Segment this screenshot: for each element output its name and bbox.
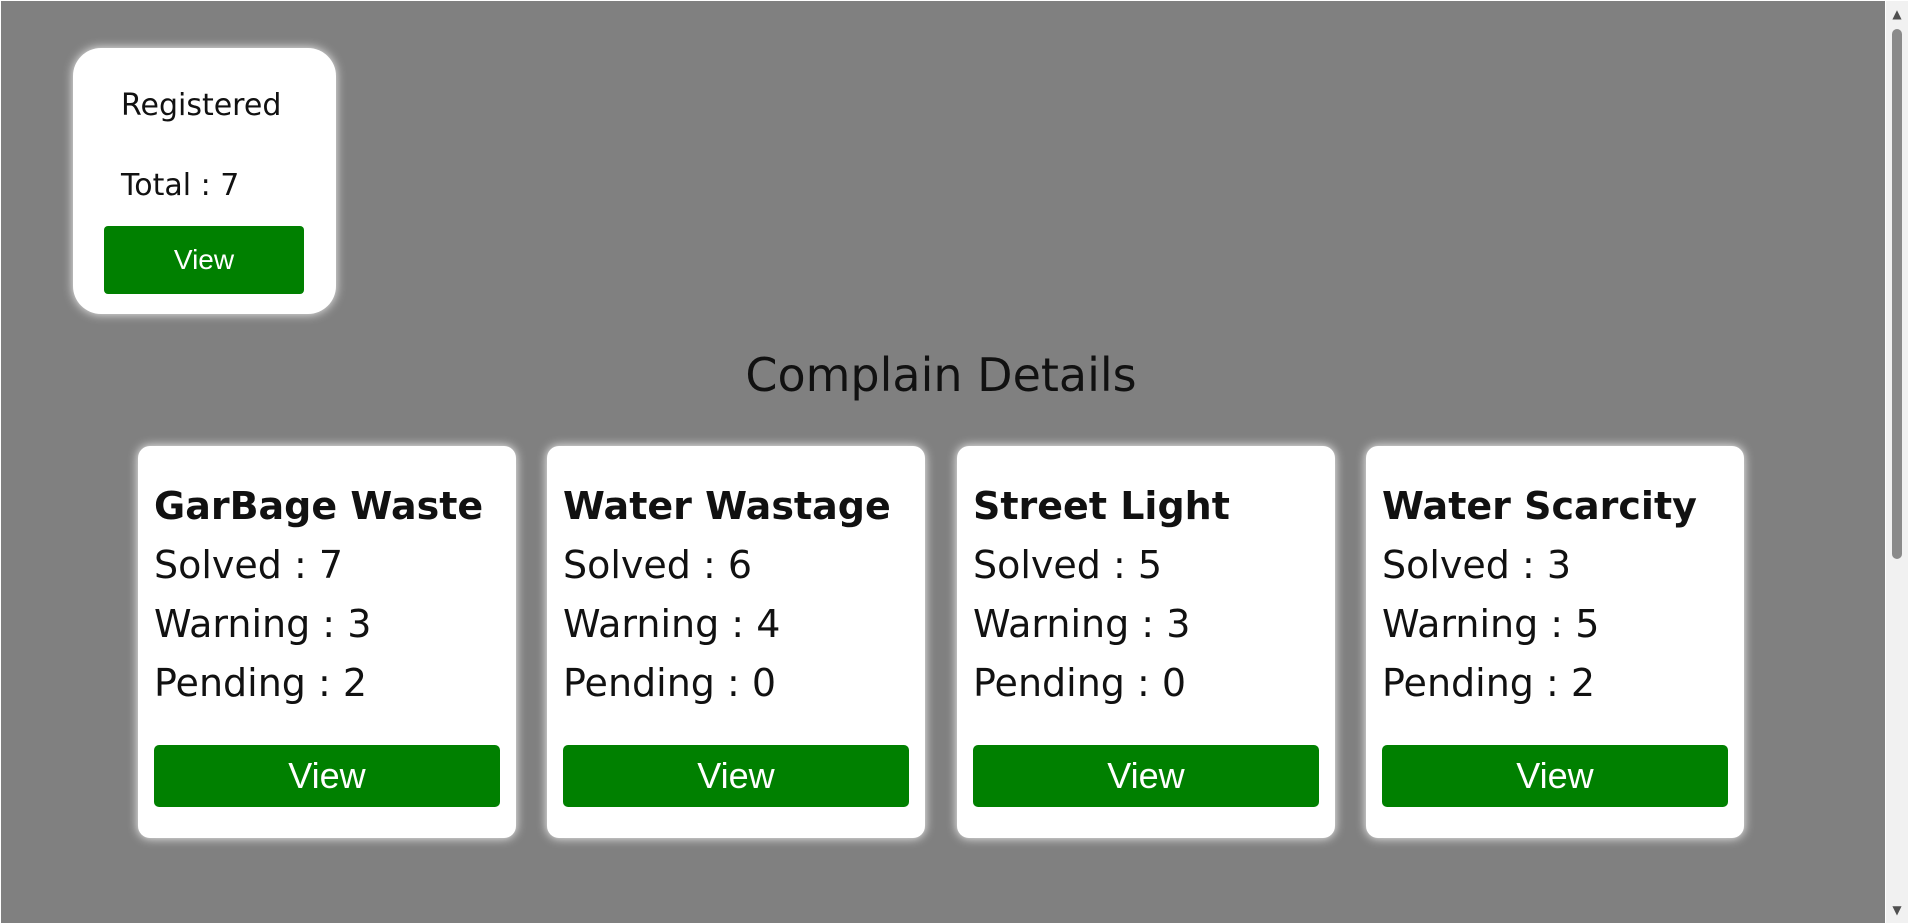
card-view-button[interactable]: View	[563, 745, 909, 807]
complain-card-street-light: Street Light Solved : 5 Warning : 3 Pend…	[957, 446, 1335, 838]
card-pending: Pending : 0	[973, 661, 1187, 705]
card-title: GarBage Waste	[154, 484, 484, 528]
card-warning: Warning : 5	[1382, 602, 1600, 646]
complain-card-water-wastage: Water Wastage Solved : 6 Warning : 4 Pen…	[547, 446, 925, 838]
card-warning: Warning : 4	[563, 602, 781, 646]
chevron-up-icon[interactable]: ▲	[1886, 3, 1908, 25]
registered-title: Registered	[121, 88, 282, 123]
registered-total: Total : 7	[121, 168, 240, 203]
page-viewport: Registered Total : 7 View Complain Detai…	[1, 1, 1885, 923]
complain-card-garbage-waste: GarBage Waste Solved : 7 Warning : 3 Pen…	[138, 446, 516, 838]
card-solved: Solved : 7	[154, 543, 344, 587]
card-view-button[interactable]: View	[154, 745, 500, 807]
card-solved: Solved : 6	[563, 543, 753, 587]
card-pending: Pending : 2	[1382, 661, 1596, 705]
registered-card: Registered Total : 7 View	[73, 48, 336, 314]
card-title: Water Wastage	[563, 484, 891, 528]
vertical-scrollbar[interactable]: ▲ ▼	[1886, 1, 1908, 923]
card-pending: Pending : 2	[154, 661, 368, 705]
card-solved: Solved : 3	[1382, 543, 1572, 587]
scrollbar-thumb[interactable]	[1892, 29, 1902, 559]
section-title: Complain Details	[745, 348, 1137, 402]
chevron-down-icon[interactable]: ▼	[1886, 899, 1908, 921]
card-solved: Solved : 5	[973, 543, 1163, 587]
card-warning: Warning : 3	[154, 602, 372, 646]
card-warning: Warning : 3	[973, 602, 1191, 646]
card-view-button[interactable]: View	[1382, 745, 1728, 807]
card-title: Water Scarcity	[1382, 484, 1697, 528]
card-view-button[interactable]: View	[973, 745, 1319, 807]
complain-card-water-scarcity: Water Scarcity Solved : 3 Warning : 5 Pe…	[1366, 446, 1744, 838]
card-pending: Pending : 0	[563, 661, 777, 705]
registered-view-button[interactable]: View	[104, 226, 304, 294]
card-title: Street Light	[973, 484, 1230, 528]
